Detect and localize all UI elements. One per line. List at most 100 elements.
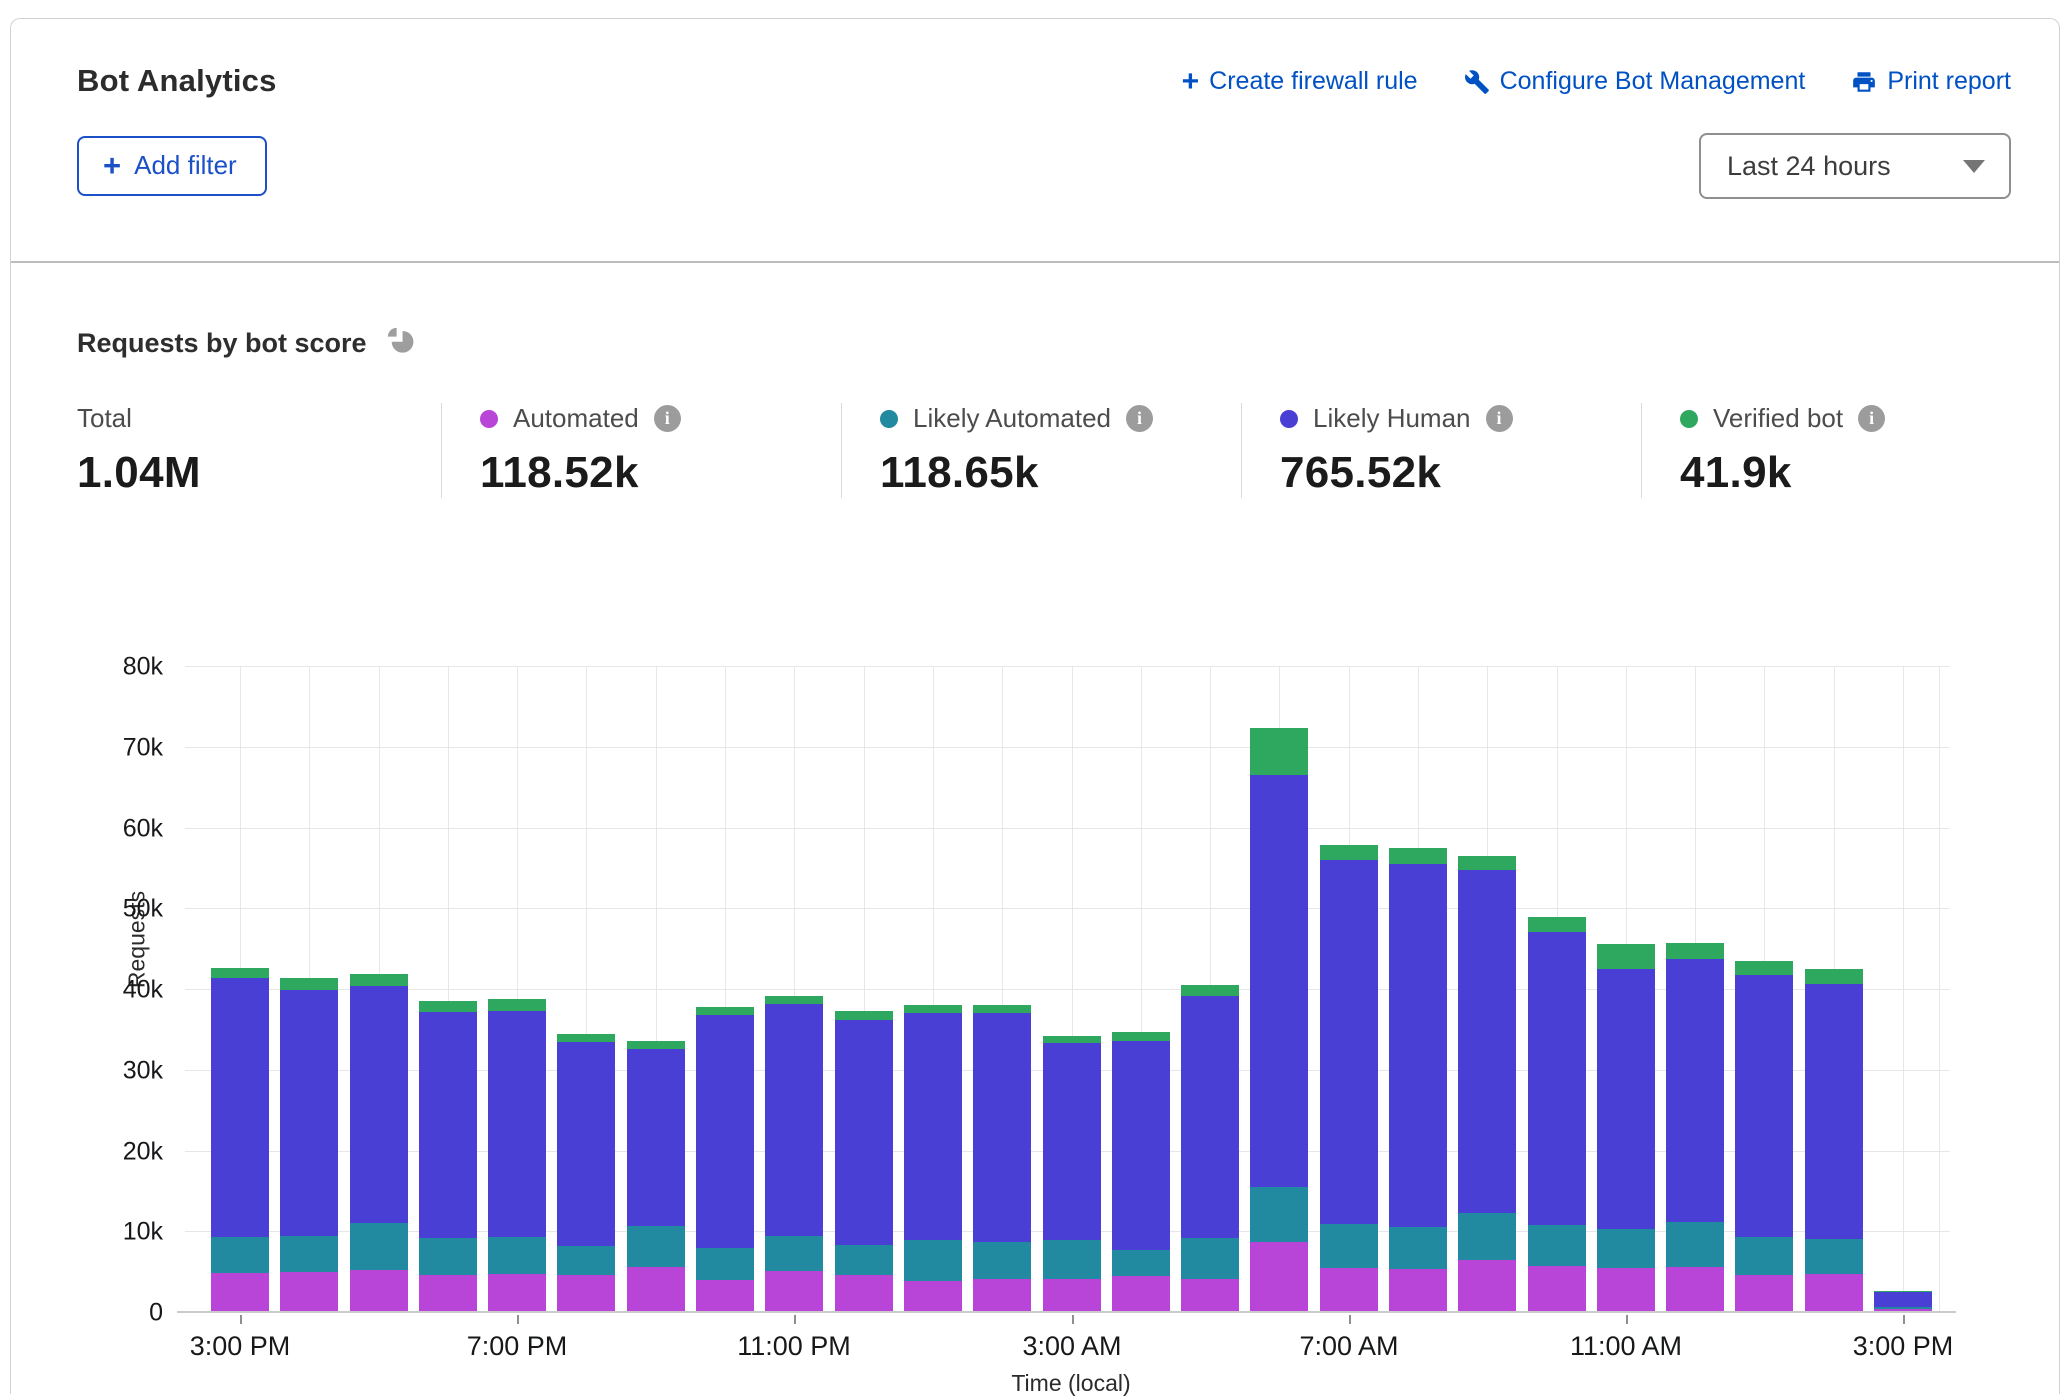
stat-likely-automated-value: 118.65k bbox=[880, 448, 1241, 498]
bar-9:00 PM[interactable] bbox=[627, 1041, 685, 1311]
info-icon[interactable]: i bbox=[1126, 405, 1153, 432]
print-report-link[interactable]: Print report bbox=[1851, 67, 2011, 96]
verified-bot-segment bbox=[1735, 961, 1793, 975]
header-actions: + Create firewall rule Configure Bot Man… bbox=[1182, 63, 2011, 96]
bar-2:00 AM[interactable] bbox=[973, 1005, 1031, 1311]
bar-7:00 AM[interactable] bbox=[1320, 845, 1378, 1311]
gridline-h bbox=[185, 666, 1950, 667]
likely-automated-segment bbox=[1250, 1187, 1308, 1242]
x-axis-line bbox=[177, 1311, 1956, 1313]
bar-3:00 PM[interactable] bbox=[211, 968, 269, 1311]
x-axis-tick bbox=[1626, 1315, 1628, 1324]
pie-chart-icon bbox=[385, 325, 416, 361]
card-header: Bot Analytics + Create firewall rule Con… bbox=[11, 19, 2059, 263]
gridline-h bbox=[185, 747, 1950, 748]
verified-bot-segment bbox=[627, 1041, 685, 1048]
x-axis-tick bbox=[1072, 1315, 1074, 1324]
likely-automated-segment bbox=[1112, 1250, 1170, 1277]
add-filter-button[interactable]: + Add filter bbox=[77, 136, 267, 196]
stat-automated-label: Automated bbox=[513, 403, 639, 434]
likely-automated-segment bbox=[557, 1246, 615, 1274]
likely-human-segment bbox=[627, 1049, 685, 1227]
stat-total: Total 1.04M bbox=[77, 403, 441, 498]
automated-segment bbox=[1528, 1266, 1586, 1311]
bar-10:00 PM[interactable] bbox=[696, 1007, 754, 1311]
likely-human-segment bbox=[1735, 975, 1793, 1237]
automated-segment bbox=[1805, 1274, 1863, 1311]
likely-human-segment bbox=[1528, 932, 1586, 1225]
stat-likely-human-label: Likely Human bbox=[1313, 403, 1471, 434]
bar-9:00 AM[interactable] bbox=[1458, 856, 1516, 1311]
requests-by-bot-score-section: Requests by bot score Total 1.04M Automa… bbox=[11, 263, 2059, 498]
verified-bot-segment bbox=[1597, 944, 1655, 968]
bar-12:00 PM[interactable] bbox=[1666, 943, 1724, 1311]
info-icon[interactable]: i bbox=[654, 405, 681, 432]
bar-7:00 PM[interactable] bbox=[488, 999, 546, 1312]
likely-automated-segment bbox=[1389, 1227, 1447, 1269]
time-range-select[interactable]: Last 24 hours bbox=[1699, 133, 2011, 199]
wrench-icon bbox=[1464, 69, 1490, 95]
likely-automated-segment bbox=[1528, 1225, 1586, 1265]
stat-total-value: 1.04M bbox=[77, 448, 441, 498]
bar-1:00 PM[interactable] bbox=[1735, 961, 1793, 1311]
create-firewall-rule-link[interactable]: + Create firewall rule bbox=[1182, 67, 1418, 96]
stat-likely-automated: Likely Automated i 118.65k bbox=[841, 403, 1241, 498]
bar-11:00 AM[interactable] bbox=[1597, 944, 1655, 1311]
bar-4:00 PM[interactable] bbox=[280, 978, 338, 1311]
automated-segment bbox=[1112, 1276, 1170, 1311]
likely-human-segment bbox=[1250, 775, 1308, 1188]
bar-4:00 AM[interactable] bbox=[1112, 1032, 1170, 1311]
y-tick-label: 70k bbox=[123, 733, 163, 762]
automated-segment bbox=[211, 1273, 269, 1311]
bar-6:00 AM[interactable] bbox=[1250, 728, 1308, 1311]
likely-human-legend-dot bbox=[1280, 410, 1298, 428]
verified-bot-segment bbox=[1250, 728, 1308, 775]
automated-segment bbox=[765, 1271, 823, 1311]
bar-6:00 PM[interactable] bbox=[419, 1001, 477, 1311]
info-icon[interactable]: i bbox=[1486, 405, 1513, 432]
bar-3:00 PM[interactable] bbox=[1874, 1291, 1932, 1311]
y-tick-label: 0 bbox=[149, 1299, 163, 1328]
x-tick-label: 11:00 AM bbox=[1570, 1331, 1682, 1362]
bar-10:00 AM[interactable] bbox=[1528, 917, 1586, 1311]
likely-automated-segment bbox=[627, 1226, 685, 1267]
stat-total-label: Total bbox=[77, 403, 132, 434]
automated-segment bbox=[835, 1275, 893, 1311]
likely-automated-segment bbox=[1597, 1229, 1655, 1268]
likely-human-segment bbox=[1458, 870, 1516, 1213]
bar-5:00 AM[interactable] bbox=[1181, 985, 1239, 1311]
bar-3:00 AM[interactable] bbox=[1043, 1036, 1101, 1311]
likely-automated-segment bbox=[1458, 1213, 1516, 1260]
verified-bot-segment bbox=[1528, 917, 1586, 932]
gridline-v bbox=[1903, 667, 1904, 1311]
bar-2:00 PM[interactable] bbox=[1805, 969, 1863, 1311]
printer-icon bbox=[1851, 69, 1877, 95]
bar-8:00 PM[interactable] bbox=[557, 1034, 615, 1311]
time-range-value: Last 24 hours bbox=[1727, 151, 1891, 182]
verified-bot-segment bbox=[1043, 1036, 1101, 1043]
likely-human-segment bbox=[419, 1012, 477, 1238]
y-tick-label: 20k bbox=[123, 1137, 163, 1166]
automated-segment bbox=[1874, 1309, 1932, 1311]
bar-8:00 AM[interactable] bbox=[1389, 848, 1447, 1311]
bar-1:00 AM[interactable] bbox=[904, 1005, 962, 1311]
create-firewall-rule-label: Create firewall rule bbox=[1209, 67, 1417, 96]
likely-human-segment bbox=[1666, 959, 1724, 1222]
automated-segment bbox=[1735, 1275, 1793, 1311]
verified-bot-segment bbox=[1112, 1032, 1170, 1041]
configure-bot-management-label: Configure Bot Management bbox=[1500, 67, 1806, 96]
info-icon[interactable]: i bbox=[1858, 405, 1885, 432]
verified-bot-legend-dot bbox=[1680, 410, 1698, 428]
print-report-label: Print report bbox=[1887, 67, 2011, 96]
y-tick-label: 60k bbox=[123, 814, 163, 843]
x-axis-tick bbox=[517, 1315, 519, 1324]
likely-automated-segment bbox=[973, 1242, 1031, 1279]
bar-12:00 AM[interactable] bbox=[835, 1011, 893, 1311]
x-tick-label: 7:00 PM bbox=[467, 1331, 568, 1362]
bar-11:00 PM[interactable] bbox=[765, 996, 823, 1311]
likely-automated-legend-dot bbox=[880, 410, 898, 428]
bar-5:00 PM[interactable] bbox=[350, 974, 408, 1311]
automated-segment bbox=[350, 1270, 408, 1311]
verified-bot-segment bbox=[488, 999, 546, 1011]
configure-bot-management-link[interactable]: Configure Bot Management bbox=[1464, 67, 1806, 96]
